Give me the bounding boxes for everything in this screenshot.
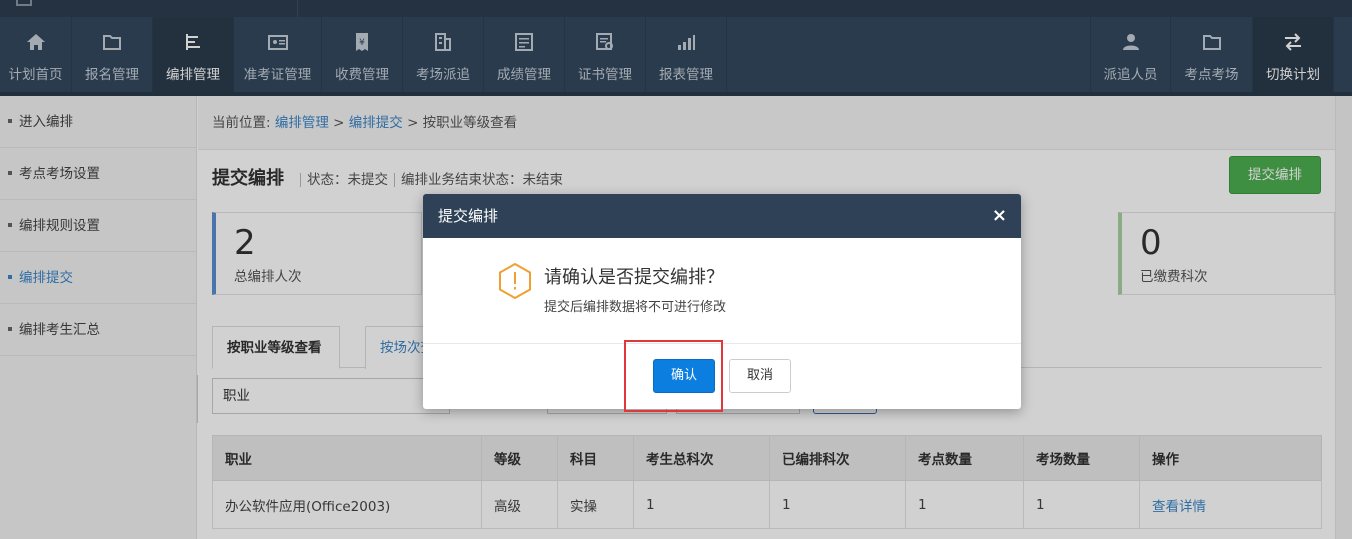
warning-hexagon-icon: [496, 262, 534, 300]
cancel-button[interactable]: 取消: [729, 359, 791, 393]
dialog-title: 提交编排: [438, 207, 499, 225]
dialog-header: 提交编排 ×: [423, 194, 1021, 238]
highlight-box: [624, 340, 723, 412]
dialog-subtext: 提交后编排数据将不可进行修改: [544, 300, 727, 315]
close-icon[interactable]: ×: [992, 194, 1007, 238]
dialog-message: 请确认是否提交编排？: [544, 267, 724, 288]
